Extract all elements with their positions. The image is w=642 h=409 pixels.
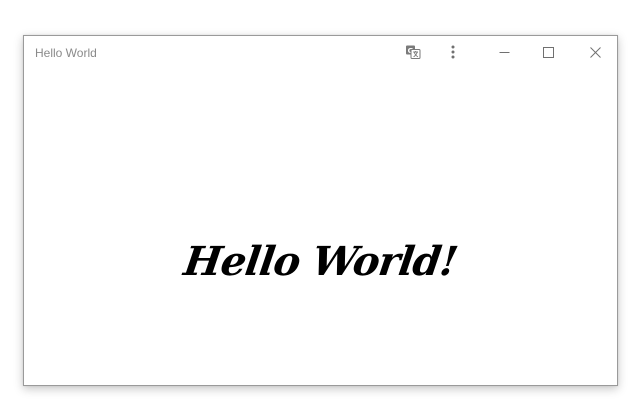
maximize-button[interactable]	[528, 36, 568, 68]
minimize-button[interactable]	[484, 36, 524, 68]
maximize-icon	[542, 46, 554, 58]
minimize-icon	[499, 51, 509, 53]
more-options-button[interactable]	[442, 36, 464, 68]
window-title: Hello World	[35, 46, 97, 60]
close-icon	[589, 46, 601, 58]
hello-world-text: Hello World!	[181, 238, 460, 285]
title-bar[interactable]: Hello World G	[24, 36, 617, 68]
window-content: Hello World!	[24, 68, 617, 385]
translate-icon: G	[406, 45, 421, 59]
close-button[interactable]	[575, 36, 615, 68]
app-window: Hello World G	[23, 35, 618, 386]
translate-button[interactable]: G	[400, 36, 426, 68]
more-vertical-icon	[451, 45, 455, 59]
